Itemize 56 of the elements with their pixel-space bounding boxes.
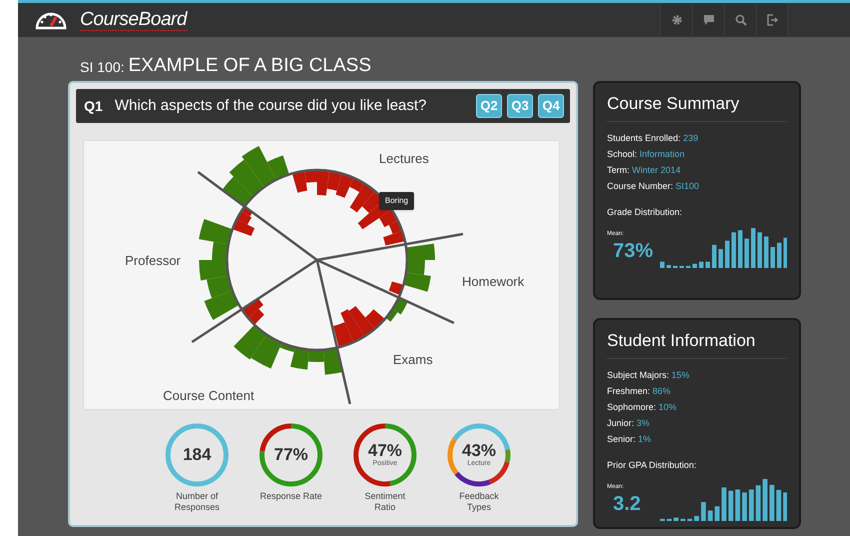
mean-value: 3.2 xyxy=(612,492,642,517)
radial-bar xyxy=(206,276,232,298)
page-title: EXAMPLE OF A BIG CLASS xyxy=(128,55,372,77)
logo-text[interactable]: CourseBoard xyxy=(80,10,187,30)
fact-line: Junior: 3% xyxy=(607,417,651,430)
ring-gauge xyxy=(166,424,228,486)
question-button[interactable]: Q3 xyxy=(507,94,533,118)
ring-gauge xyxy=(448,424,510,486)
settings-icon xyxy=(670,14,682,26)
radial-bar xyxy=(327,170,342,191)
chat-button[interactable] xyxy=(692,3,724,37)
fact-line: Sophomore: 10% xyxy=(607,401,678,414)
card-title: Course Summary xyxy=(607,93,787,122)
question-text: Which aspects of the course did you like least? xyxy=(114,96,427,116)
segment-label: Homework xyxy=(462,274,524,290)
settings-button[interactable] xyxy=(660,3,692,37)
fact-line: Subject Majors: 15% xyxy=(607,369,691,382)
gauge-caption: Sentiment Ratio xyxy=(364,491,406,513)
mean-value: 73% xyxy=(612,239,654,264)
gauge-caption: Number of Responses xyxy=(174,491,220,513)
question-button[interactable]: Q2 xyxy=(476,94,502,118)
speedometer-icon xyxy=(34,10,68,30)
fact-line: School: Information xyxy=(607,148,686,161)
radial-bar xyxy=(229,160,264,196)
segment-label: Exams xyxy=(393,352,433,368)
fact-line: Senior: 1% xyxy=(607,433,652,446)
segment-label: Professor xyxy=(125,253,181,269)
fact-line: Course Number: SI100 xyxy=(607,180,700,193)
gauge-caption: Response Rate xyxy=(260,491,322,502)
fact-line: Term: Winter 2014 xyxy=(607,164,682,177)
distribution-label: Grade Distribution: xyxy=(607,206,684,218)
fact-line: Students Enrolled: 239 xyxy=(607,132,700,145)
ring-gauge xyxy=(260,424,322,486)
search-button[interactable] xyxy=(724,3,756,37)
card-title: Student Information xyxy=(607,330,787,359)
logout-button[interactable] xyxy=(756,3,788,37)
question-button[interactable]: Q4 xyxy=(538,94,564,118)
gauge-caption: Feedback Types xyxy=(459,491,499,513)
gauge-value: 47% xyxy=(368,442,402,460)
fact-line: Freshmen: 86% xyxy=(607,385,672,398)
segment-label: Course Content xyxy=(163,388,254,404)
gauge-value: 43% xyxy=(462,442,496,460)
logout-icon xyxy=(766,14,778,26)
ring-gauge xyxy=(354,424,416,486)
gauge-value: 77% xyxy=(274,446,308,464)
distribution-label: Prior GPA Distribution: xyxy=(607,459,698,471)
chat-icon xyxy=(702,14,714,26)
radial-bar xyxy=(242,298,264,318)
radial-bar xyxy=(333,322,354,348)
tooltip: Boring xyxy=(379,192,414,210)
course-code: SI 100: xyxy=(80,58,124,77)
radial-bar xyxy=(204,290,240,320)
gauge-value: 184 xyxy=(182,446,212,464)
search-icon xyxy=(734,14,746,26)
question-number: Q1 xyxy=(84,96,103,116)
segment-label: Lectures xyxy=(379,151,429,167)
